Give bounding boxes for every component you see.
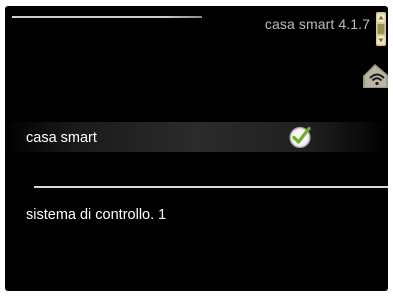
checkmark-icon[interactable] [288,125,312,149]
menu-item-sistema-di-controllo[interactable]: sistema di controllo. 1 [5,199,388,229]
scroll-indicator-icon[interactable] [375,12,387,46]
menu-item-casa-smart[interactable]: casa smart [5,122,388,152]
header-line [12,16,202,18]
divider [34,186,388,188]
menu-item-label: casa smart [26,130,97,146]
display-screen: casa smart 4.1.7 casa smart sistema di c… [5,6,388,291]
menu-title: casa smart 4.1.7 [264,16,370,32]
wifi-house-icon [363,64,388,88]
menu-item-label: sistema di controllo. 1 [26,207,167,223]
